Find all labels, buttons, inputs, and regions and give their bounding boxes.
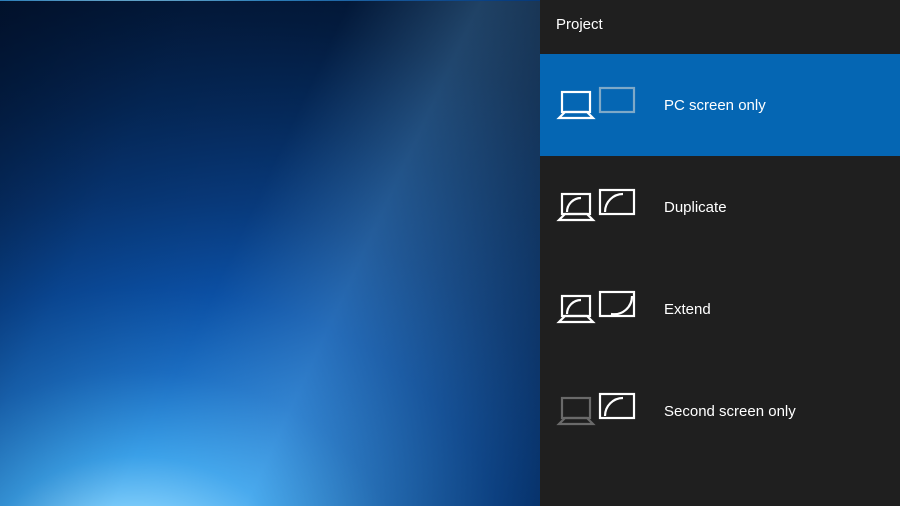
option-duplicate[interactable]: Duplicate — [540, 156, 900, 258]
pc-screen-only-icon — [556, 85, 638, 125]
panel-title: Project — [540, 0, 900, 54]
duplicate-icon — [556, 187, 638, 227]
option-label: PC screen only — [664, 97, 766, 114]
option-extend[interactable]: Extend — [540, 258, 900, 360]
option-label: Extend — [664, 301, 711, 318]
project-panel: Project PC screen only — [540, 0, 900, 506]
desktop-wallpaper — [0, 0, 540, 506]
option-pc-screen-only[interactable]: PC screen only — [540, 54, 900, 156]
option-label: Duplicate — [664, 199, 727, 216]
option-label: Second screen only — [664, 403, 796, 420]
extend-icon — [556, 289, 638, 329]
option-second-screen-only[interactable]: Second screen only — [540, 360, 900, 462]
second-screen-only-icon — [556, 391, 638, 431]
